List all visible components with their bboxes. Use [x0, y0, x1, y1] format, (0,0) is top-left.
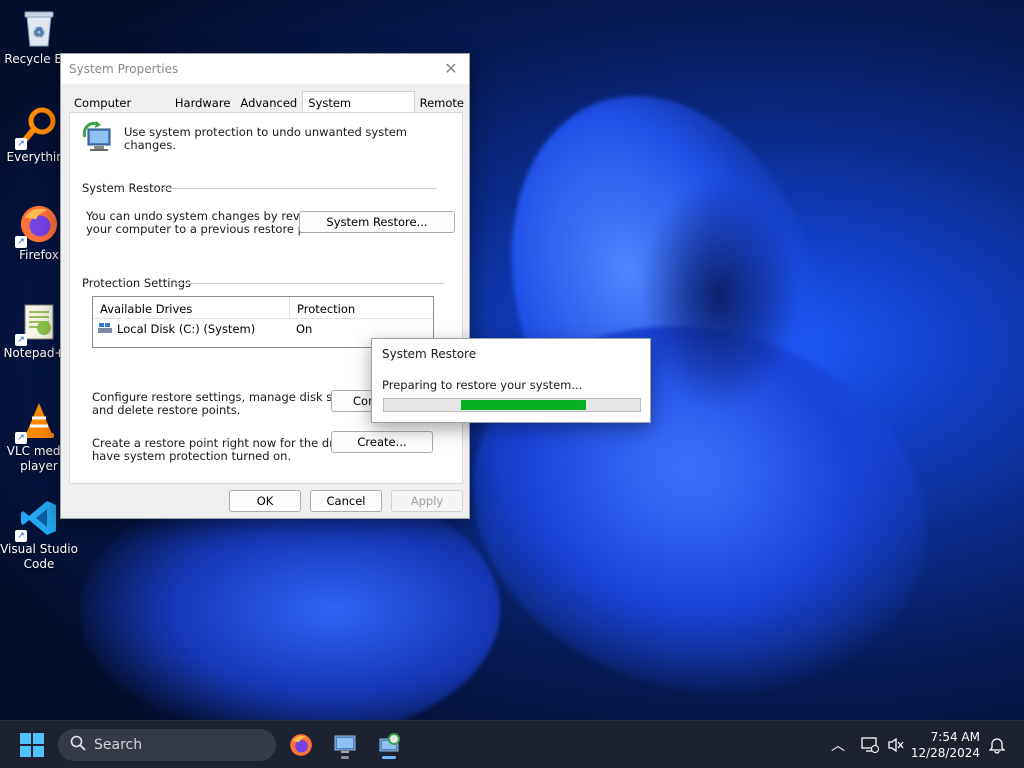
window-title: System Properties	[69, 62, 179, 76]
speaker-muted-icon	[888, 737, 904, 753]
ok-button[interactable]: OK	[229, 490, 301, 512]
shortcut-arrow-icon: ↗	[15, 334, 27, 346]
shortcut-arrow-icon: ↗	[15, 432, 27, 444]
system-protection-icon	[82, 121, 114, 158]
drive-protection-status: On	[296, 322, 313, 336]
taskbar-app-system-properties[interactable]	[329, 729, 361, 761]
drives-list-header: Available Drives Protection	[93, 297, 433, 319]
svg-text:♻: ♻	[33, 25, 45, 40]
taskbar-search-box[interactable]: Search	[58, 729, 276, 761]
network-icon	[861, 737, 879, 753]
tab-advanced[interactable]: Advanced	[235, 92, 302, 113]
wallpaper-bloom	[80, 480, 500, 740]
running-indicator	[341, 756, 349, 759]
taskbar-app-firefox[interactable]	[285, 729, 317, 761]
tab-computer-name[interactable]: Computer Name	[69, 92, 170, 124]
taskbar-clock[interactable]: 7:54 AM 12/28/2024	[911, 729, 980, 761]
system-properties-icon	[334, 735, 356, 753]
drive-icon	[98, 322, 112, 336]
protection-settings-heading: Protection Settings	[82, 276, 192, 290]
system-properties-window: System Properties ✕ Computer Name Hardwa…	[60, 53, 470, 519]
clock-time: 7:54 AM	[930, 730, 980, 744]
tab-system-protection[interactable]: System Protection	[302, 91, 415, 124]
firefox-icon	[290, 734, 312, 756]
shortcut-arrow-icon: ↗	[15, 530, 27, 542]
apply-button[interactable]: Apply	[391, 490, 463, 512]
everything-search-icon: ↗	[15, 106, 59, 150]
notepad-plus-plus-icon: ↗	[15, 302, 59, 346]
shortcut-arrow-icon: ↗	[15, 236, 27, 248]
chevron-up-icon: ︿	[831, 738, 845, 754]
system-restore-progress-dialog: System Restore Preparing to restore your…	[371, 338, 651, 423]
volume-button[interactable]	[880, 729, 912, 761]
progress-bar-fill	[461, 400, 586, 410]
clock-date: 12/28/2024	[910, 746, 980, 760]
bell-icon	[989, 738, 1005, 754]
tab-strip: Computer Name Hardware Advanced System P…	[69, 91, 469, 124]
group-divider	[176, 283, 444, 284]
search-placeholder: Search	[94, 737, 143, 753]
vlc-icon: ↗	[15, 400, 59, 444]
taskbar-app-system-restore[interactable]	[373, 729, 405, 761]
drive-name: Local Disk (C:) (System)	[117, 322, 256, 336]
system-restore-button[interactable]: System Restore...	[299, 211, 455, 233]
configure-description-line2: and delete restore points.	[92, 403, 241, 417]
vscode-icon: ↗	[15, 498, 59, 542]
show-hidden-icons-button[interactable]: ︿	[822, 729, 854, 761]
system-restore-description-line2: your computer to a previous restore poin…	[86, 222, 331, 236]
column-header-available-drives[interactable]: Available Drives	[93, 297, 289, 318]
notifications-button[interactable]	[981, 729, 1013, 761]
active-indicator	[382, 756, 396, 759]
close-button[interactable]: ✕	[441, 59, 461, 79]
start-button[interactable]	[16, 729, 48, 761]
cancel-button[interactable]: Cancel	[310, 490, 382, 512]
recycle-bin-icon: ♻	[19, 8, 59, 48]
group-divider	[160, 188, 437, 189]
system-restore-heading: System Restore	[82, 181, 173, 195]
firefox-icon: ↗	[15, 204, 59, 248]
progress-message: Preparing to restore your system...	[382, 378, 583, 392]
create-button[interactable]: Create...	[331, 431, 433, 453]
shortcut-arrow-icon: ↗	[15, 138, 27, 150]
dialog-title: System Restore	[382, 347, 477, 361]
intro-text: Use system protection to undo unwanted s…	[124, 125, 407, 152]
windows-logo-icon	[20, 733, 44, 757]
table-row[interactable]: Local Disk (C:) (System) On	[93, 319, 433, 339]
tab-hardware[interactable]: Hardware	[170, 92, 236, 113]
create-description-line2: have system protection turned on.	[92, 449, 292, 463]
taskbar: Search ︿ 7:54 AM 12/28/2024	[0, 720, 1024, 768]
column-header-protection[interactable]: Protection	[290, 297, 362, 318]
progress-bar	[383, 398, 641, 412]
wallpaper-shadow	[640, 180, 800, 410]
system-restore-icon	[379, 733, 400, 752]
close-icon: ✕	[444, 59, 458, 78]
search-icon	[70, 735, 86, 755]
desktop-icon-label: Visual Studio Code	[0, 542, 78, 571]
tab-remote[interactable]: Remote	[415, 92, 469, 113]
system-protection-panel: Use system protection to undo unwanted s…	[69, 112, 463, 484]
window-title-bar[interactable]: System Properties	[61, 54, 469, 84]
